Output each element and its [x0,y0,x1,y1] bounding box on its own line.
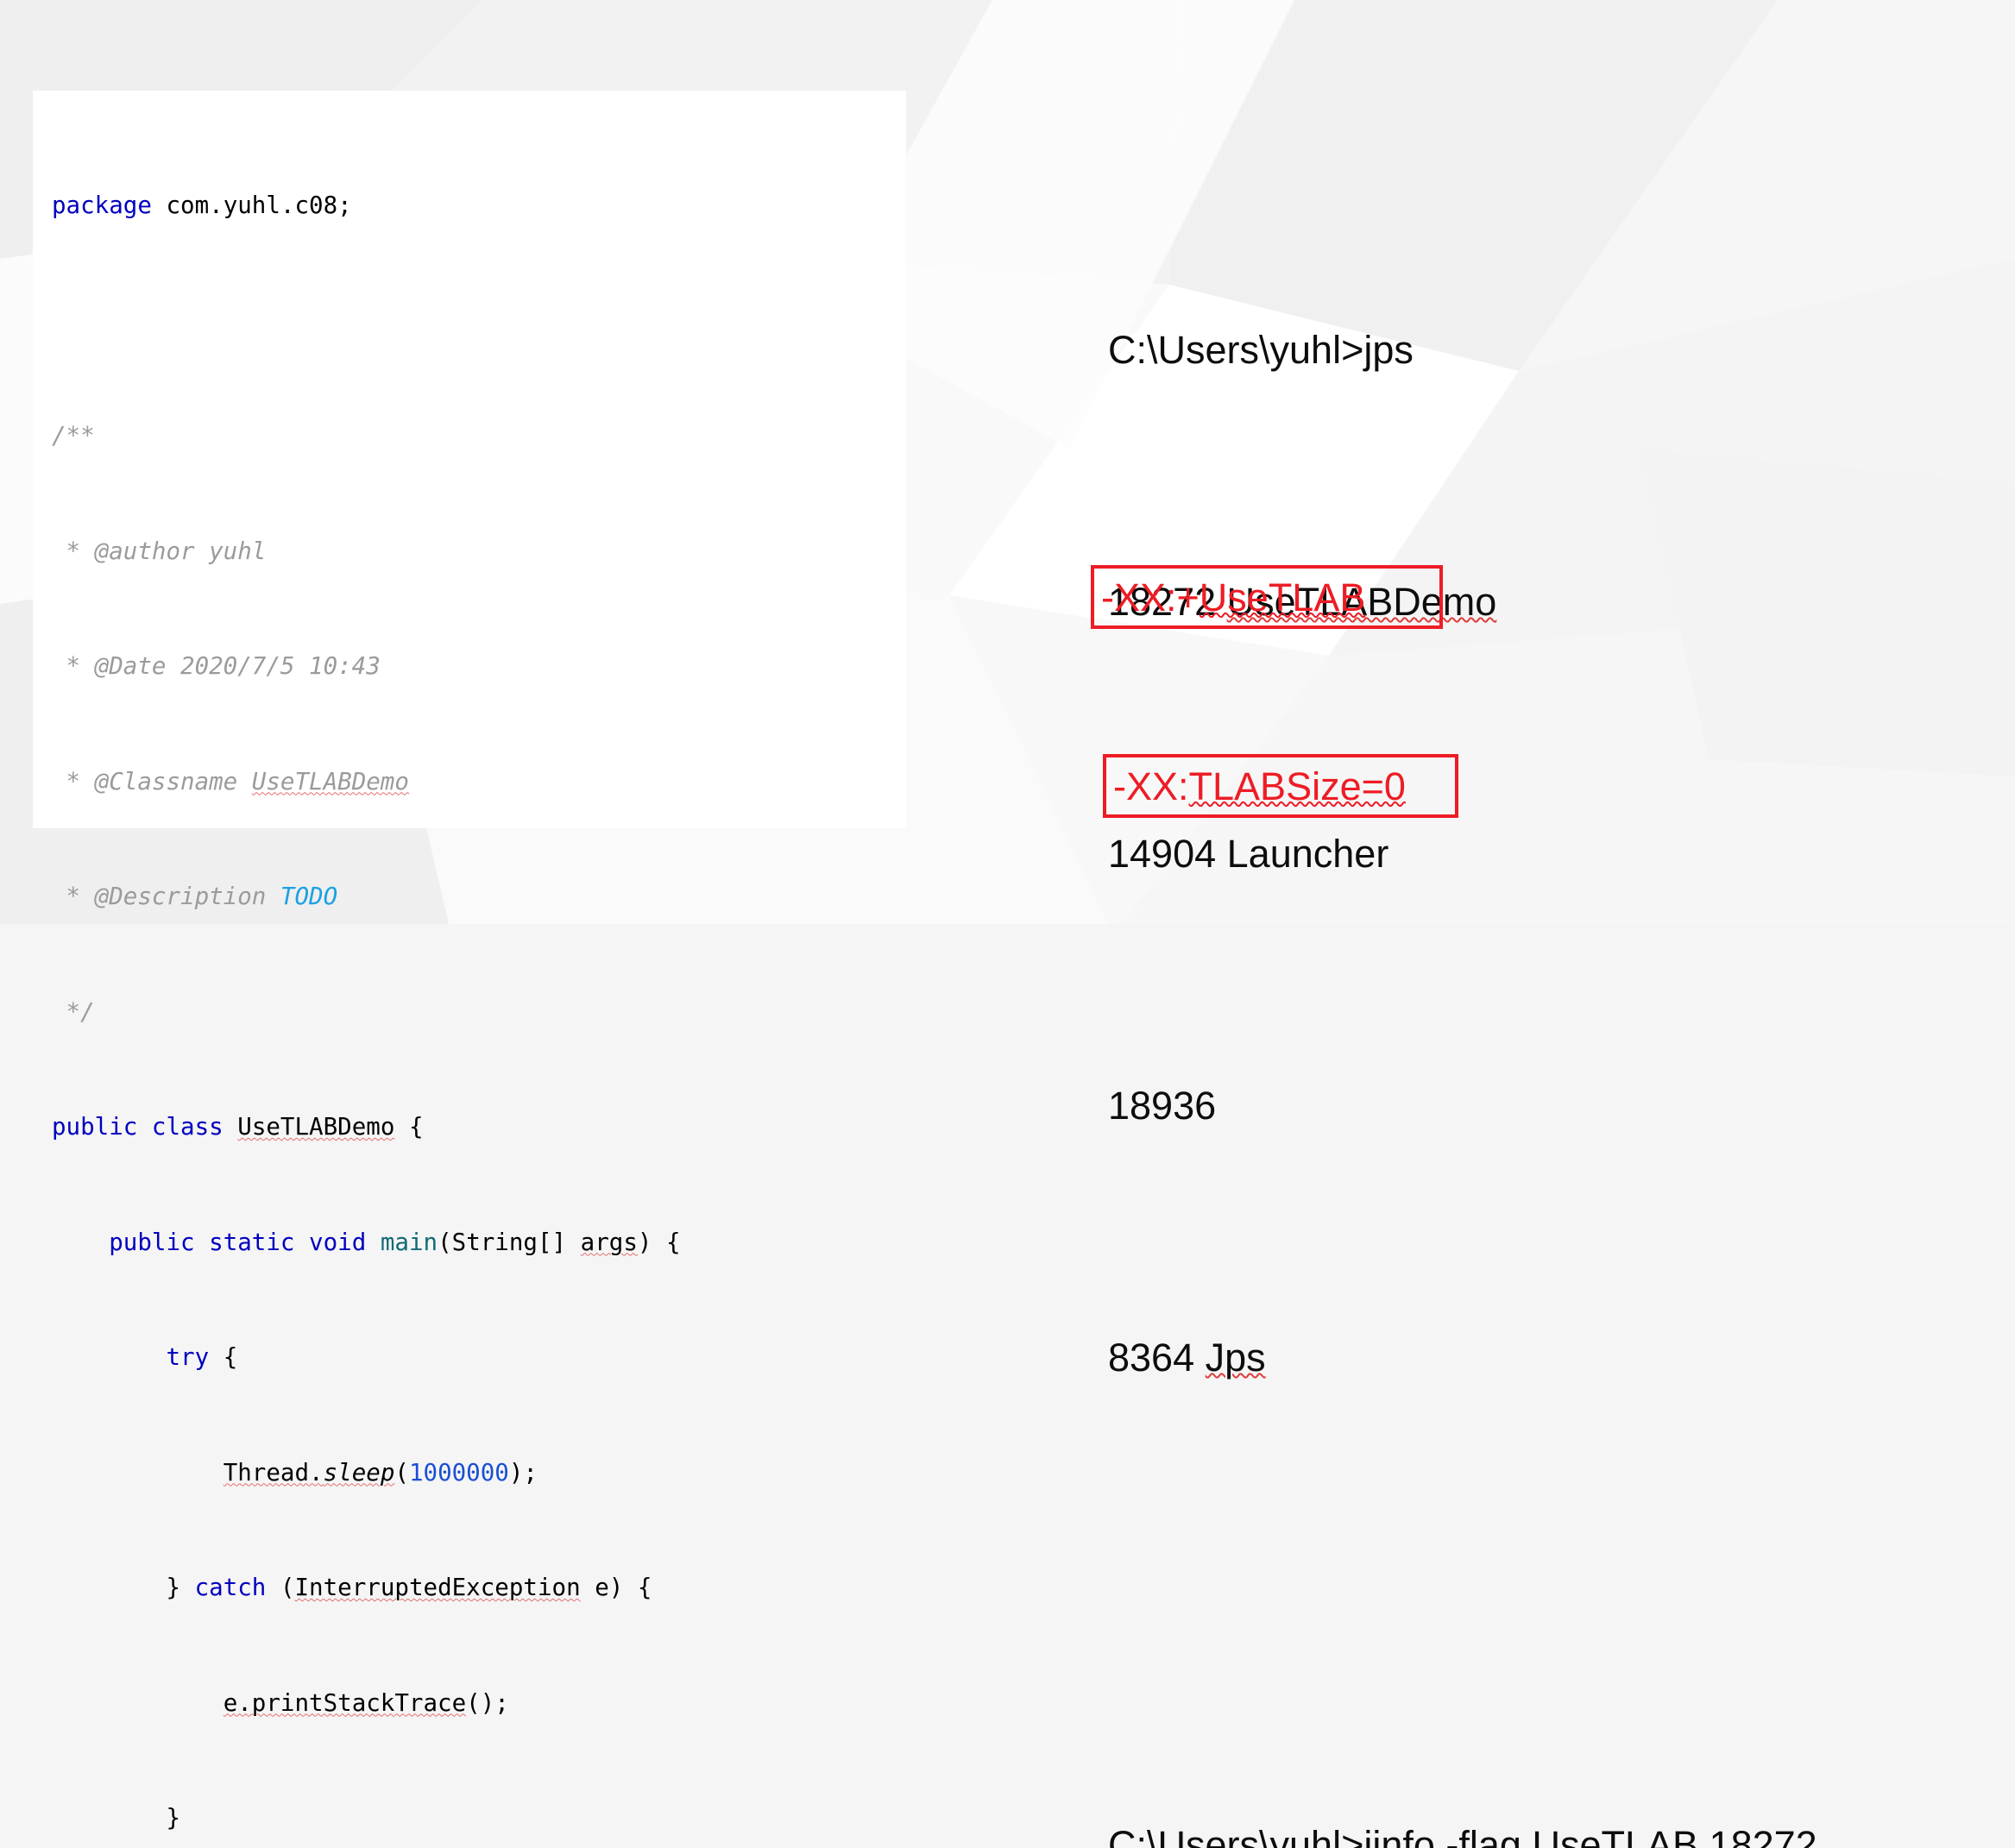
printstacktrace-close: (); [466,1688,509,1717]
param-args: args [580,1228,638,1256]
keyword-package: package [52,192,152,219]
code-panel: package com.yuhl.c08; /** * @author yuhl… [33,91,906,1832]
code-line-comment-close: */ [52,997,95,1026]
code-line-package: package com.yuhl.c08; [52,186,681,225]
code-line-comment-open: /** [52,422,95,449]
flag-value: TLABSize=0 [1188,764,1406,808]
code-line-close-catch: } [52,1799,681,1838]
package-name: com.yuhl.c08; [166,192,352,219]
try-brace-open: { [223,1343,238,1371]
comment-classname-value: UseTLABDemo [251,767,409,795]
console-transcript: C:\Users\yuhl>jps 18272 UseTLABDemo 1490… [1108,129,1980,1848]
keyword-catch: catch [194,1574,267,1601]
sleep-close: ); [508,1458,538,1487]
jvm-flag-name: UseTLAB [1532,1823,1699,1848]
comment-description-label: * @Description [52,883,280,910]
code-line-comment-description: * @Description TODO [52,877,681,916]
keyword-static: static [209,1228,295,1256]
command-jps: jps [1363,328,1414,372]
code-line-try: try { [52,1338,681,1377]
command-jinfo: jinfo -flag [1363,1823,1533,1848]
flag-prefix: -XX:+ [1101,575,1200,619]
catch-close-brace: } [166,1574,195,1601]
code-line-class-decl: public class UseTLABDemo { [52,1108,681,1147]
method-name-sleep: sleep [323,1458,395,1487]
brace-open: { [408,1113,424,1141]
keyword-try: try [166,1343,210,1371]
class-name: UseTLABDemo [237,1113,395,1141]
prompt-path: C:\Users\yuhl> [1108,1823,1364,1848]
process-pid: 18936 [1108,1084,1217,1128]
keyword-public-main: public [109,1228,195,1256]
highlight-box-tlabsize-result: -XX: TLABSize=0 [1103,754,1458,818]
method-name-main: main [380,1228,438,1256]
flag-value: UseTLAB [1199,575,1366,619]
process-name: Jps [1205,1336,1266,1380]
code-line-comment-date: * @Date 2020/7/5 10:43 [52,652,381,680]
code-line-comment-classname: * @Classname UseTLABDemo [52,763,681,801]
highlight-box-usetlab-result: -XX:+ UseTLAB [1091,565,1443,629]
flag-prefix: -XX: [1113,764,1189,808]
target-pid: 18272 [1698,1823,1817,1848]
terminal-line-jinfo-usetlab: C:\Users\yuhl>jinfo -flag UseTLAB 18272 [1108,1813,1980,1848]
terminal-line-jps-command: C:\Users\yuhl>jps [1108,318,1980,381]
terminal-line-process-jps: 8364 Jps [1108,1326,1980,1389]
sleep-argument: 1000000 [408,1458,509,1487]
code-line-main-signature: public static void main(String[] args) { [52,1223,681,1262]
process-pid: 8364 [1108,1336,1195,1380]
keyword-class: class [151,1113,224,1141]
main-params-close: ) { [637,1228,681,1256]
comment-todo-tag: TODO [280,883,338,910]
code-line-printstacktrace: e.printStackTrace(); [52,1684,681,1723]
process-name: Launcher [1226,832,1389,876]
main-params-open: (String[] [438,1228,581,1256]
thread-call: Thread. [223,1458,324,1487]
keyword-public: public [52,1113,138,1141]
comment-classname-label: * @Classname [52,767,252,795]
prompt-path: C:\Users\yuhl> [1108,328,1364,372]
terminal-line-process-launcher: 14904 Launcher [1108,822,1980,885]
java-source-code: package com.yuhl.c08; /** * @author yuhl… [52,110,681,1848]
brace-close-catch: } [166,1804,181,1832]
exception-type: InterruptedException [294,1574,581,1601]
terminal-line-process-unnamed: 18936 [1108,1074,1980,1137]
catch-paren-open: ( [266,1574,295,1601]
printstacktrace-call: e.printStackTrace [223,1688,467,1717]
code-line-thread-sleep: Thread.sleep(1000000); [223,1458,538,1487]
process-pid: 14904 [1108,832,1217,876]
keyword-void: void [309,1228,367,1256]
code-line-catch: } catch (InterruptedException e) { [52,1568,681,1607]
code-line-comment-author: * @author yuhl [52,537,267,565]
catch-variable: e) { [580,1574,652,1601]
